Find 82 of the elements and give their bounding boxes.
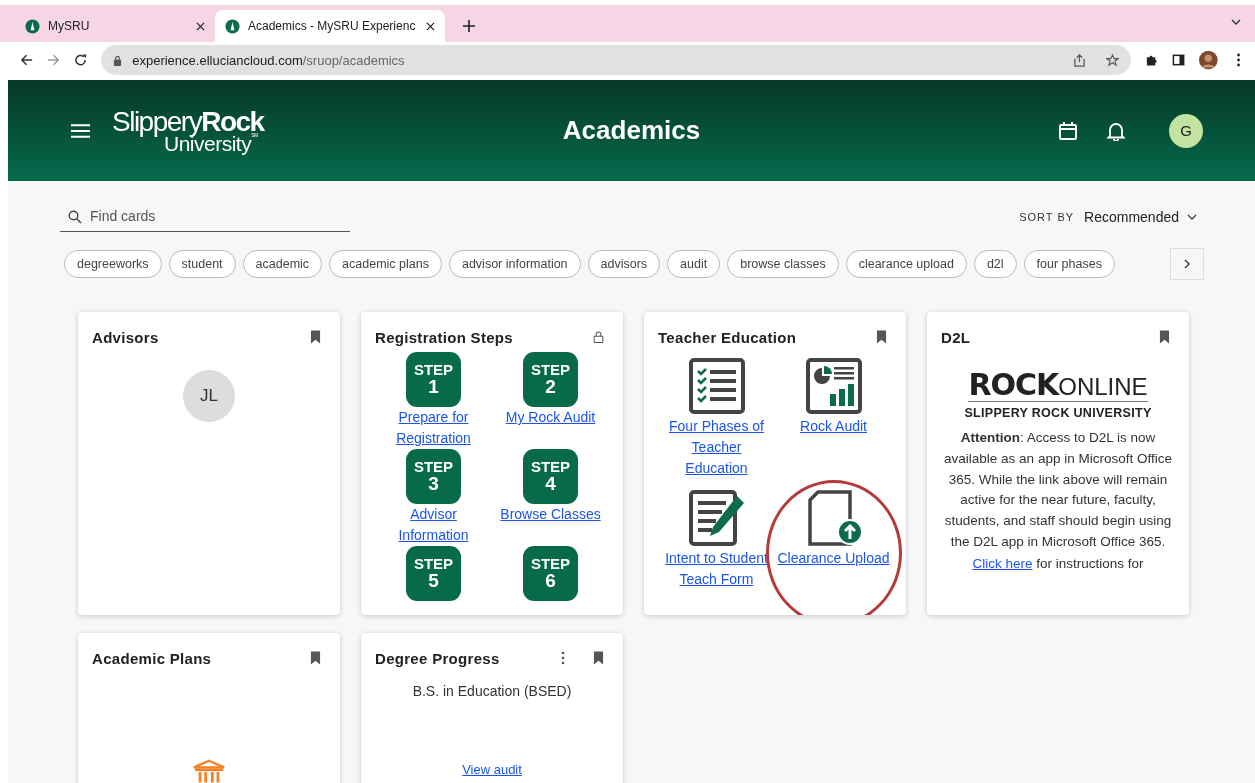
chevron-down-icon[interactable] <box>1231 19 1241 25</box>
new-tab-icon[interactable] <box>463 20 475 32</box>
step-link[interactable]: Browse Classes <box>495 504 606 525</box>
filter-chip[interactable]: audit <box>667 250 721 278</box>
favicon-icon <box>225 18 240 34</box>
page-title: Academics <box>562 115 701 146</box>
browser-tab[interactable]: MySRU <box>15 10 215 42</box>
step-link[interactable]: My Rock Audit <box>495 407 606 428</box>
degree-program: B.S. in Education (BSED) <box>412 683 572 699</box>
menu-icon[interactable] <box>71 122 90 139</box>
step-badge[interactable]: STEP 1 <box>406 352 461 407</box>
bookmark-icon[interactable] <box>310 330 321 344</box>
side-panel-icon[interactable] <box>1172 53 1186 67</box>
filter-chip[interactable]: d2l <box>973 250 1017 278</box>
sort-label: SORT BY <box>1019 210 1075 223</box>
step-link[interactable]: Prepare for Registration <box>378 407 489 449</box>
filter-chip[interactable]: academic <box>242 250 323 278</box>
address-bar[interactable]: experience.elluciancloud.com/sruop/academics <box>101 45 1132 75</box>
bookmark-icon[interactable] <box>1159 330 1170 344</box>
filter-chip[interactable]: academic plans <box>329 250 442 278</box>
forward-icon[interactable] <box>47 53 61 67</box>
resource-link[interactable]: Intent to Student Teach Form <box>659 548 774 590</box>
star-icon[interactable] <box>1106 53 1120 67</box>
search-field[interactable]: Find cards <box>60 201 350 232</box>
resource-link[interactable]: Four Phases of Teacher Education <box>659 416 774 479</box>
filter-chip[interactable]: student <box>168 250 236 278</box>
close-icon[interactable] <box>426 21 435 31</box>
resource-link[interactable]: Rock Audit <box>776 416 891 437</box>
view-audit-link[interactable]: View audit <box>462 759 522 780</box>
card-title: Teacher Education <box>658 328 797 346</box>
filter-chip[interactable]: advisor information <box>448 250 581 278</box>
step-link[interactable]: Advisor Information <box>378 504 489 546</box>
card-title: Academic Plans <box>92 649 212 667</box>
lock-icon[interactable] <box>593 330 604 344</box>
institution-icon[interactable] <box>192 759 226 783</box>
filter-chip[interactable]: clearance upload <box>845 250 967 278</box>
back-icon[interactable] <box>20 53 34 67</box>
step-badge[interactable]: STEP 4 <box>523 449 578 504</box>
favicon-icon <box>25 18 40 34</box>
rock-online-logo[interactable]: ROCKONLINE SLIPPERY ROCK UNIVERSITY <box>964 370 1152 420</box>
step-badge[interactable]: STEP 5 <box>406 546 461 601</box>
bookmark-icon[interactable] <box>310 651 321 665</box>
step-badge[interactable]: STEP 3 <box>406 449 461 504</box>
sort-dropdown[interactable]: Recommended <box>1084 208 1197 225</box>
resource-link[interactable]: Clearance Upload <box>776 548 891 569</box>
browser-tab[interactable]: Academics - MySRU Experienc <box>215 10 445 42</box>
share-icon[interactable] <box>1073 53 1087 67</box>
document-upload-icon[interactable] <box>805 490 862 546</box>
tab-title: Academics - MySRU Experienc <box>248 19 417 33</box>
bell-icon[interactable] <box>1106 120 1126 141</box>
bookmark-icon[interactable] <box>593 651 604 665</box>
step-badge[interactable]: STEP 6 <box>523 546 578 601</box>
card-title: Registration Steps <box>375 328 513 346</box>
advisor-avatar[interactable]: JL <box>183 370 235 422</box>
calendar-icon[interactable] <box>1058 120 1078 141</box>
card-title: Degree Progress <box>375 649 500 667</box>
reload-icon[interactable] <box>74 53 88 67</box>
instructions-link[interactable]: Click here <box>972 555 1033 571</box>
filter-chip[interactable]: four phases <box>1023 250 1115 278</box>
caret-icon <box>1187 213 1197 220</box>
url-text: experience.elluciancloud.com/sruop/academics <box>132 52 405 68</box>
notice-paragraph: Attention: Access to D2L is now available as an app in Microsoft Office 365. While the link above will remain active for the near future, faculty, students, and staff should begin using the D2L app in Microsoft Office 365. Click here for instructions for <box>943 429 1173 573</box>
lock-icon <box>113 54 123 66</box>
card-title: D2L <box>941 328 971 346</box>
card-title: Advisors <box>92 328 159 346</box>
checklist-icon[interactable] <box>688 358 745 414</box>
close-icon[interactable] <box>196 21 205 31</box>
chevron-right-icon <box>1184 259 1190 269</box>
bookmark-icon[interactable] <box>876 330 887 344</box>
step-badge[interactable]: STEP 2 <box>523 352 578 407</box>
user-avatar[interactable]: G <box>1169 113 1203 148</box>
pencil-form-icon[interactable] <box>688 490 745 546</box>
tab-title: MySRU <box>48 19 91 33</box>
university-logo[interactable]: SlipperyRock University$^{SM}$ <box>112 107 264 154</box>
filter-chip[interactable]: degreeworks <box>64 250 162 278</box>
puzzle-icon[interactable] <box>1145 53 1159 67</box>
search-icon <box>68 210 82 224</box>
profile-icon[interactable] <box>1199 50 1218 70</box>
filter-chip[interactable]: browse classes <box>727 250 839 278</box>
filter-chip[interactable]: advisors <box>587 250 661 278</box>
more-icon[interactable] <box>561 651 565 665</box>
report-chart-icon[interactable] <box>805 358 862 414</box>
